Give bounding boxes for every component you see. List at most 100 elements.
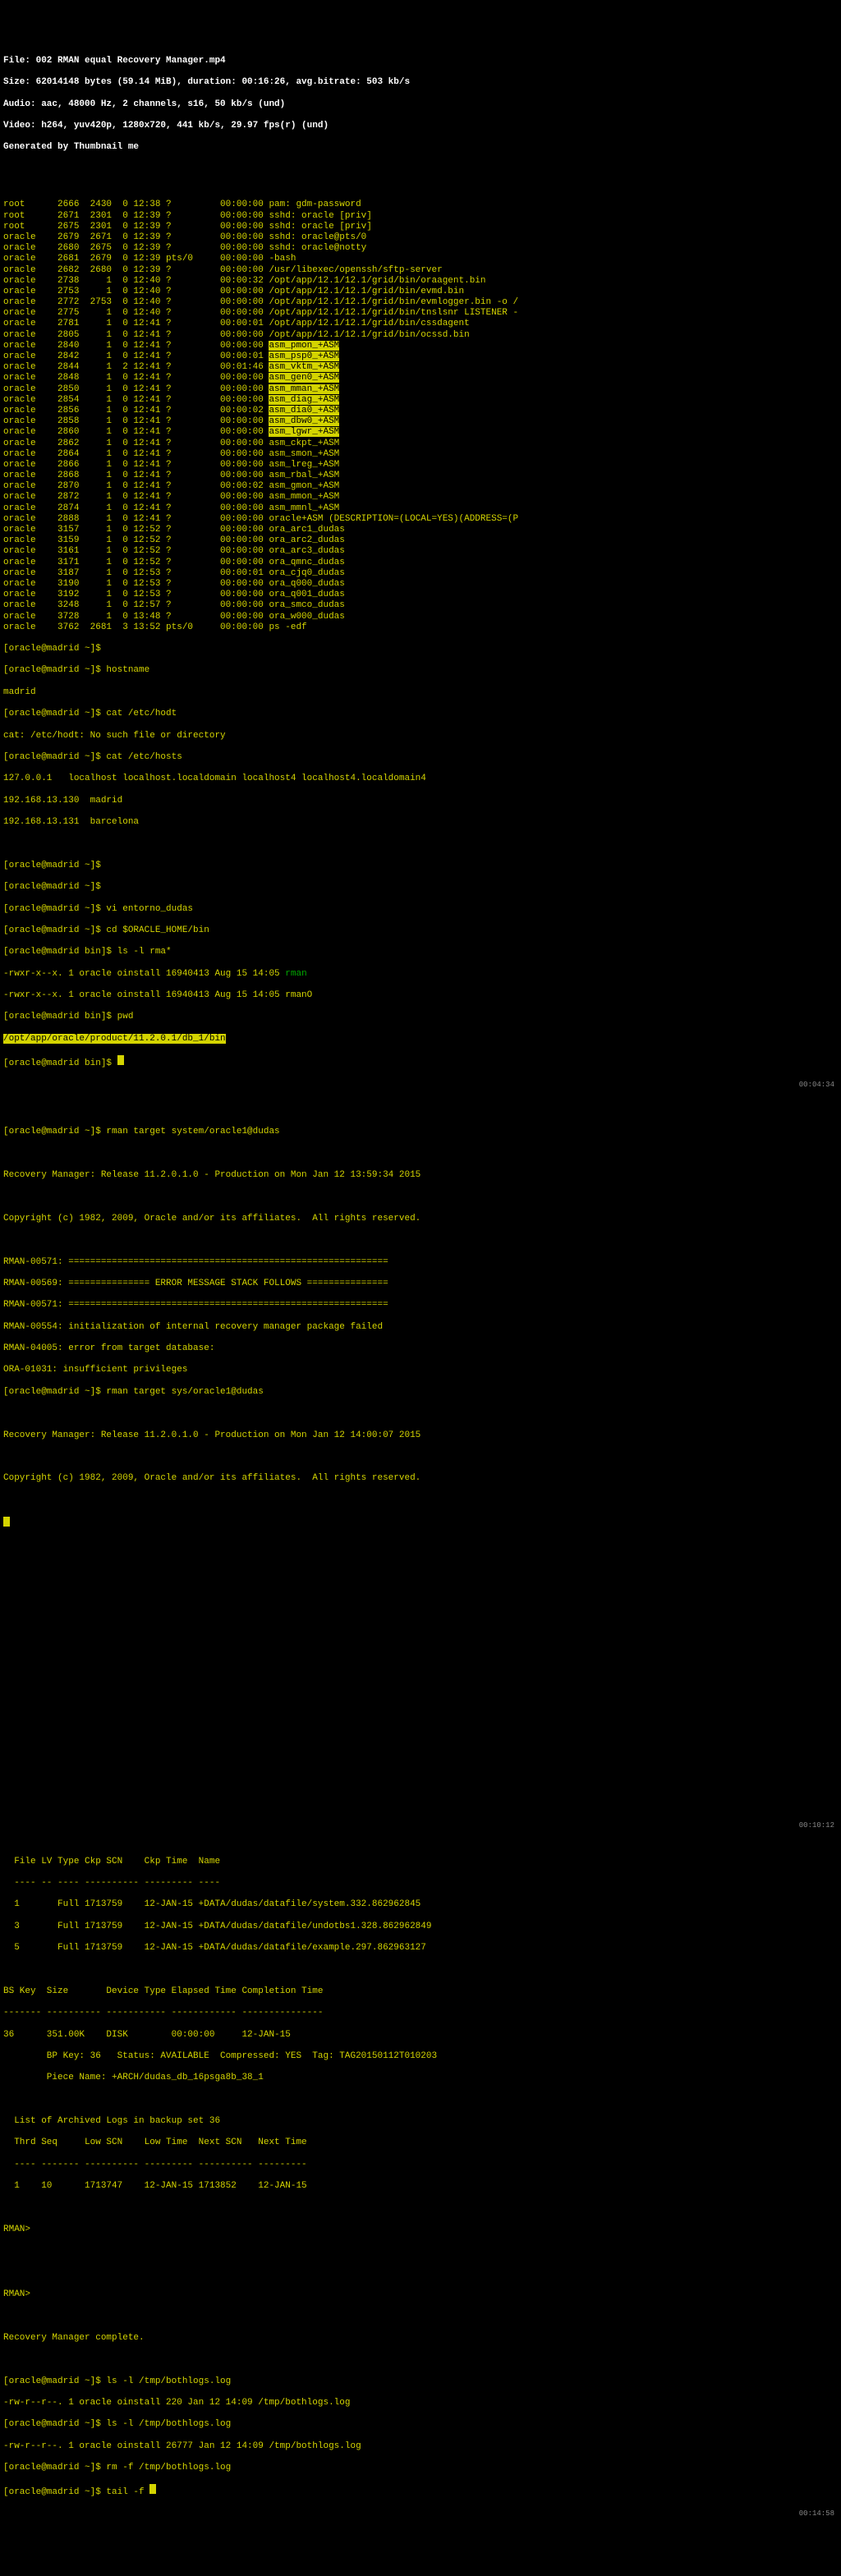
ps-row: oracle 2864 1 0 12:41 ? 00:00:00 asm_smo… bbox=[3, 449, 838, 460]
generated-line: Generated by Thumbnail me bbox=[3, 142, 838, 153]
backup-row: 3 Full 1713759 12-JAN-15 +DATA/dudas/dat… bbox=[3, 1922, 838, 1932]
ps-row: oracle 3248 1 0 12:57 ? 00:00:00 ora_smc… bbox=[3, 600, 838, 611]
blank bbox=[3, 1452, 838, 1462]
copyright: Copyright (c) 1982, 2009, Oracle and/or … bbox=[3, 1214, 838, 1224]
rman-error: RMAN-00571: ============================… bbox=[3, 1300, 838, 1311]
ps-row: root 2675 2301 0 12:39 ? 00:00:00 sshd: … bbox=[3, 222, 838, 232]
ps-row: oracle 2850 1 0 12:41 ? 00:00:00 asm_mma… bbox=[3, 384, 838, 395]
blank bbox=[3, 1408, 838, 1419]
ps-row: oracle 2866 1 0 12:41 ? 00:00:00 asm_lre… bbox=[3, 460, 838, 471]
prompt: [oracle@madrid bin]$ pwd bbox=[3, 1012, 838, 1022]
prompt: [oracle@madrid ~]$ hostname bbox=[3, 665, 838, 676]
ps-row: oracle 2854 1 0 12:41 ? 00:00:00 asm_dia… bbox=[3, 395, 838, 406]
thumb-timestamp: 00:04:34 bbox=[799, 1081, 834, 1090]
ps-row: oracle 2856 1 0 12:41 ? 00:00:02 asm_dia… bbox=[3, 406, 838, 416]
backup-row: BP Key: 36 Status: AVAILABLE Compressed:… bbox=[3, 2051, 838, 2062]
ps-row: oracle 3762 2681 3 13:52 pts/0 00:00:00 … bbox=[3, 622, 838, 633]
ps-row: oracle 2874 1 0 12:41 ? 00:00:00 asm_mmn… bbox=[3, 503, 838, 514]
ps-row: oracle 2840 1 0 12:41 ? 00:00:00 asm_pmo… bbox=[3, 341, 838, 351]
ls-output: -rwxr-x--x. 1 oracle oinstall 16940413 A… bbox=[3, 969, 838, 980]
ps-row: oracle 2870 1 0 12:41 ? 00:00:02 asm_gmo… bbox=[3, 481, 838, 492]
backup-header: Thrd Seq Low SCN Low Time Next SCN Next … bbox=[3, 2137, 838, 2148]
prompt: [oracle@madrid ~]$ ls -l /tmp/bothlogs.l… bbox=[3, 2376, 838, 2387]
rman-error: RMAN-00569: =============== ERROR MESSAG… bbox=[3, 1279, 838, 1289]
backup-header: BS Key Size Device Type Elapsed Time Com… bbox=[3, 1986, 838, 1997]
ps-row: oracle 2682 2680 0 12:39 ? 00:00:00 /usr… bbox=[3, 265, 838, 276]
prompt: [oracle@madrid ~]$ cat /etc/hodt bbox=[3, 709, 838, 719]
rman-prompt: RMAN> bbox=[3, 2289, 838, 2300]
ps-row: oracle 2680 2675 0 12:39 ? 00:00:00 sshd… bbox=[3, 243, 838, 254]
ps-row: oracle 2844 1 2 12:41 ? 00:01:46 asm_vkt… bbox=[3, 362, 838, 373]
video-metadata-header: File: 002 RMAN equal Recovery Manager.mp… bbox=[0, 44, 841, 166]
separator: ---- -- ---- ---------- --------- ---- bbox=[3, 1878, 838, 1889]
hosts-line: 127.0.0.1 localhost localhost.localdomai… bbox=[3, 774, 838, 784]
prompt: [oracle@madrid ~]$ tail -f bbox=[3, 2484, 838, 2498]
cursor bbox=[3, 1517, 838, 1531]
blank bbox=[3, 2311, 838, 2321]
ps-row: oracle 2858 1 0 12:41 ? 00:00:00 asm_dbw… bbox=[3, 416, 838, 427]
ps-row: root 2666 2430 0 12:38 ? 00:00:00 pam: g… bbox=[3, 200, 838, 210]
ps-output: root 2666 2430 0 12:38 ? 00:00:00 pam: g… bbox=[3, 200, 838, 633]
ps-row: oracle 2753 1 0 12:40 ? 00:00:00 /opt/ap… bbox=[3, 287, 838, 297]
blank bbox=[3, 2203, 838, 2214]
rman-error: RMAN-04005: error from target database: bbox=[3, 1343, 838, 1354]
file-line: File: 002 RMAN equal Recovery Manager.mp… bbox=[3, 56, 838, 67]
copyright: Copyright (c) 1982, 2009, Oracle and/or … bbox=[3, 1473, 838, 1484]
terminal-thumb-2: [oracle@madrid ~]$ rman target system/or… bbox=[0, 1114, 841, 1543]
ps-row: oracle 3192 1 0 12:53 ? 00:00:00 ora_q00… bbox=[3, 590, 838, 600]
ps-row: oracle 2842 1 0 12:41 ? 00:00:01 asm_psp… bbox=[3, 351, 838, 362]
rman-complete: Recovery Manager complete. bbox=[3, 2333, 838, 2344]
rman-release: Recovery Manager: Release 11.2.0.1.0 - P… bbox=[3, 1170, 838, 1181]
blank bbox=[3, 1192, 838, 1202]
ps-row: oracle 3187 1 0 12:53 ? 00:00:01 ora_cjq… bbox=[3, 568, 838, 579]
ps-row: oracle 3190 1 0 12:53 ? 00:00:00 ora_q00… bbox=[3, 579, 838, 590]
error-output: cat: /etc/hodt: No such file or director… bbox=[3, 731, 838, 742]
rman-release: Recovery Manager: Release 11.2.0.1.0 - P… bbox=[3, 1430, 838, 1441]
video-line: Video: h264, yuv420p, 1280x720, 441 kb/s… bbox=[3, 121, 838, 131]
ps-row: oracle 2862 1 0 12:41 ? 00:00:00 asm_ckp… bbox=[3, 439, 838, 449]
thumb-timestamp: 00:10:12 bbox=[799, 1821, 834, 1830]
backup-row: 1 10 1713747 12-JAN-15 1713852 12-JAN-15 bbox=[3, 2181, 838, 2192]
rman-prompt: RMAN> bbox=[3, 2225, 838, 2235]
prompt: [oracle@madrid ~]$ rman target system/or… bbox=[3, 1127, 838, 1137]
ps-row: oracle 2738 1 0 12:40 ? 00:00:32 /opt/ap… bbox=[3, 276, 838, 287]
cursor-icon bbox=[3, 1517, 10, 1527]
ps-row: oracle 3159 1 0 12:52 ? 00:00:00 ora_arc… bbox=[3, 535, 838, 546]
backup-row: 5 Full 1713759 12-JAN-15 +DATA/dudas/dat… bbox=[3, 1943, 838, 1954]
size-line: Size: 62014148 bytes (59.14 MiB), durati… bbox=[3, 77, 838, 88]
ls-output: -rw-r--r--. 1 oracle oinstall 26777 Jan … bbox=[3, 2441, 838, 2452]
ps-row: oracle 2679 2671 0 12:39 ? 00:00:00 sshd… bbox=[3, 232, 838, 243]
separator: ---- ------- ---------- --------- ------… bbox=[3, 2160, 838, 2170]
prompt: [oracle@madrid ~]$ ls -l /tmp/bothlogs.l… bbox=[3, 2419, 838, 2430]
prompt: [oracle@madrid ~]$ cd $ORACLE_HOME/bin bbox=[3, 925, 838, 936]
backup-row: 36 351.00K DISK 00:00:00 12-JAN-15 bbox=[3, 2030, 838, 2041]
blank bbox=[3, 2246, 838, 2257]
ps-row: oracle 2681 2679 0 12:39 pts/0 00:00:00 … bbox=[3, 254, 838, 264]
blank bbox=[3, 1964, 838, 1975]
ls-output: -rw-r--r--. 1 oracle oinstall 220 Jan 12… bbox=[3, 2398, 838, 2408]
ps-row: oracle 2805 1 0 12:41 ? 00:00:00 /opt/ap… bbox=[3, 330, 838, 341]
ps-row: oracle 2848 1 0 12:41 ? 00:00:00 asm_gen… bbox=[3, 373, 838, 383]
hosts-line: 192.168.13.131 barcelona bbox=[3, 817, 838, 828]
prompt: [oracle@madrid ~]$ bbox=[3, 882, 838, 893]
ps-row: oracle 2860 1 0 12:41 ? 00:00:00 asm_lgw… bbox=[3, 427, 838, 438]
ls-output: -rwxr-x--x. 1 oracle oinstall 16940413 A… bbox=[3, 990, 838, 1001]
prompt: [oracle@madrid bin]$ ls -l rma* bbox=[3, 947, 838, 957]
ps-row: oracle 2868 1 0 12:41 ? 00:00:00 asm_rba… bbox=[3, 471, 838, 481]
ps-row: oracle 2872 1 0 12:41 ? 00:00:00 asm_mmo… bbox=[3, 492, 838, 503]
prompt: [oracle@madrid ~]$ rman target sys/oracl… bbox=[3, 1387, 838, 1398]
terminal-thumb-1: root 2666 2430 0 12:38 ? 00:00:00 pam: g… bbox=[0, 187, 841, 1093]
ps-row: oracle 2888 1 0 12:41 ? 00:00:00 oracle+… bbox=[3, 514, 838, 525]
audio-line: Audio: aac, 48000 Hz, 2 channels, s16, 5… bbox=[3, 99, 838, 110]
blank bbox=[3, 2354, 838, 2365]
blank bbox=[3, 838, 838, 849]
terminal-thumb-3: 00:10:12 File LV Type Ckp SCN Ckp Time N… bbox=[0, 1833, 841, 2522]
blank bbox=[3, 2095, 838, 2105]
backup-row: 1 Full 1713759 12-JAN-15 +DATA/dudas/dat… bbox=[3, 1899, 838, 1910]
ps-row: oracle 3171 1 0 12:52 ? 00:00:00 ora_qmn… bbox=[3, 558, 838, 568]
separator: ------- ---------- ----------- ---------… bbox=[3, 2008, 838, 2018]
rman-error: RMAN-00571: ============================… bbox=[3, 1257, 838, 1268]
ps-row: oracle 3157 1 0 12:52 ? 00:00:00 ora_arc… bbox=[3, 525, 838, 535]
prompt: [oracle@madrid ~]$ bbox=[3, 861, 838, 871]
spacer bbox=[0, 1565, 841, 1811]
